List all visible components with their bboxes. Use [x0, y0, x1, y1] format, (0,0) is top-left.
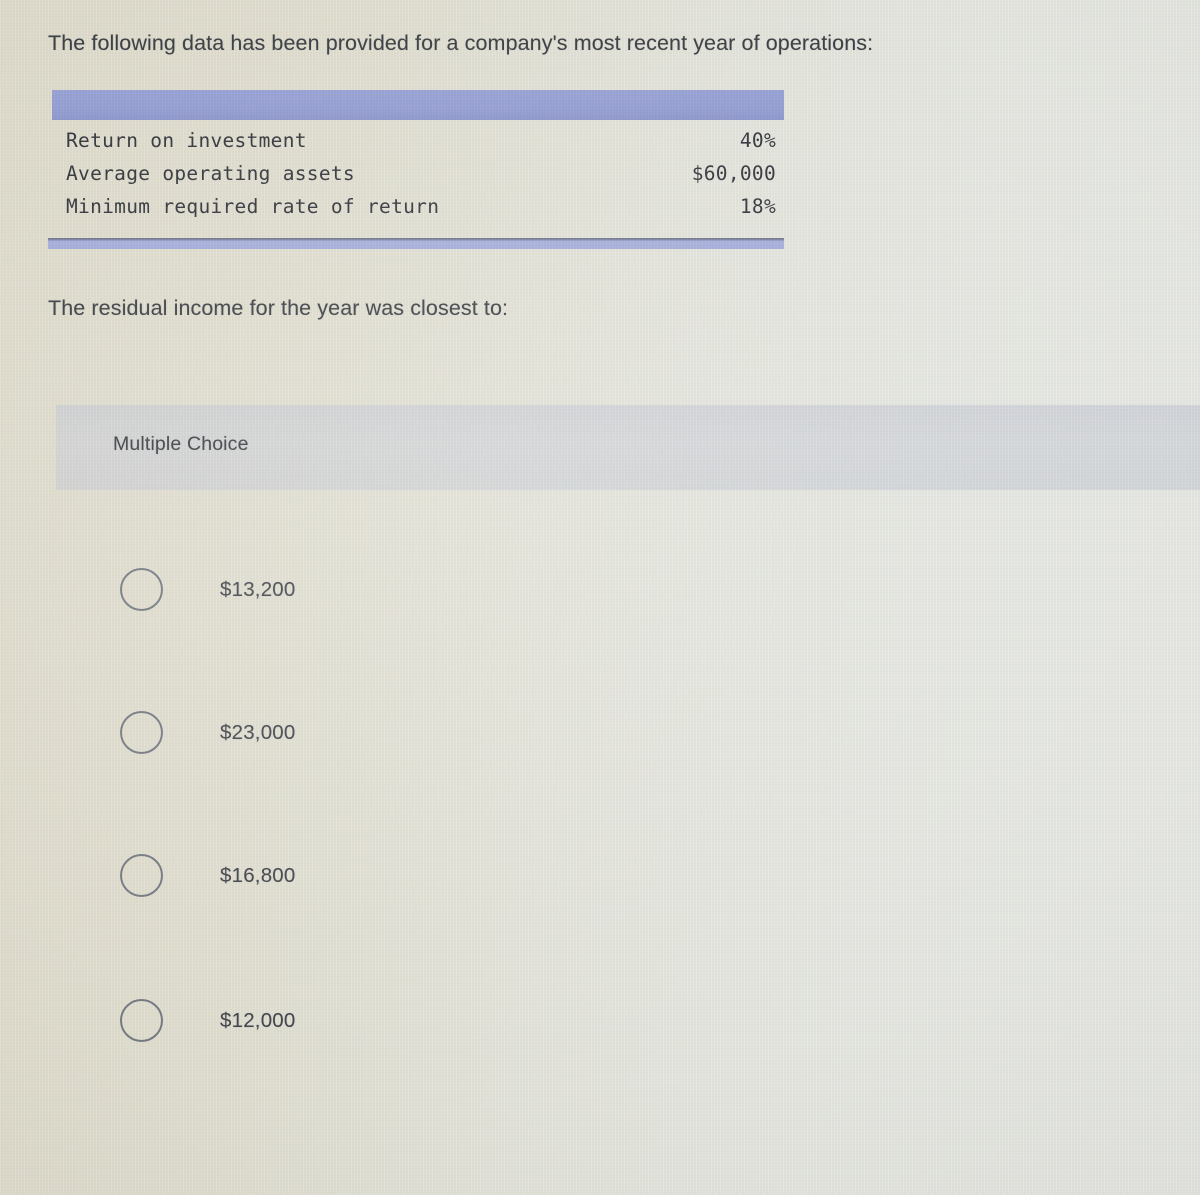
radio-button-icon[interactable]	[120, 999, 163, 1042]
table-row-value: $60,000	[691, 162, 776, 185]
screenshot-root: The following data has been provided for…	[0, 0, 1200, 1195]
answer-option-c[interactable]: $16,800	[120, 854, 296, 897]
data-exhibit-table: Return on investment 40% Average operati…	[48, 90, 784, 249]
table-row-value: 18%	[739, 195, 776, 218]
table-row-label: Minimum required rate of return	[66, 195, 440, 218]
radio-button-icon[interactable]	[120, 568, 163, 611]
answer-option-b[interactable]: $23,000	[120, 711, 296, 754]
table-row: Minimum required rate of return 18%	[66, 195, 776, 228]
table-row: Average operating assets $60,000	[66, 162, 776, 195]
radio-button-icon[interactable]	[120, 711, 163, 754]
table-row: Return on investment 40%	[66, 129, 776, 162]
answer-type-label: Multiple Choice	[113, 433, 249, 455]
table-row-label: Average operating assets	[66, 162, 355, 185]
answer-option-label: $12,000	[220, 1008, 296, 1032]
question-intro-text: The following data has been provided for…	[48, 31, 874, 55]
radio-button-icon[interactable]	[120, 854, 163, 897]
answer-option-a[interactable]: $13,200	[120, 568, 296, 611]
answer-option-label: $13,200	[220, 577, 296, 601]
answer-option-label: $23,000	[220, 720, 296, 744]
table-row-value: 40%	[739, 129, 776, 152]
answer-option-label: $16,800	[220, 863, 296, 887]
question-stem-text: The residual income for the year was clo…	[48, 296, 509, 320]
table-header-bar	[52, 90, 784, 120]
table-footer-bar	[48, 238, 784, 249]
table-row-label: Return on investment	[66, 129, 307, 152]
answer-option-d[interactable]: $12,000	[120, 999, 296, 1042]
table-body: Return on investment 40% Average operati…	[48, 120, 784, 238]
